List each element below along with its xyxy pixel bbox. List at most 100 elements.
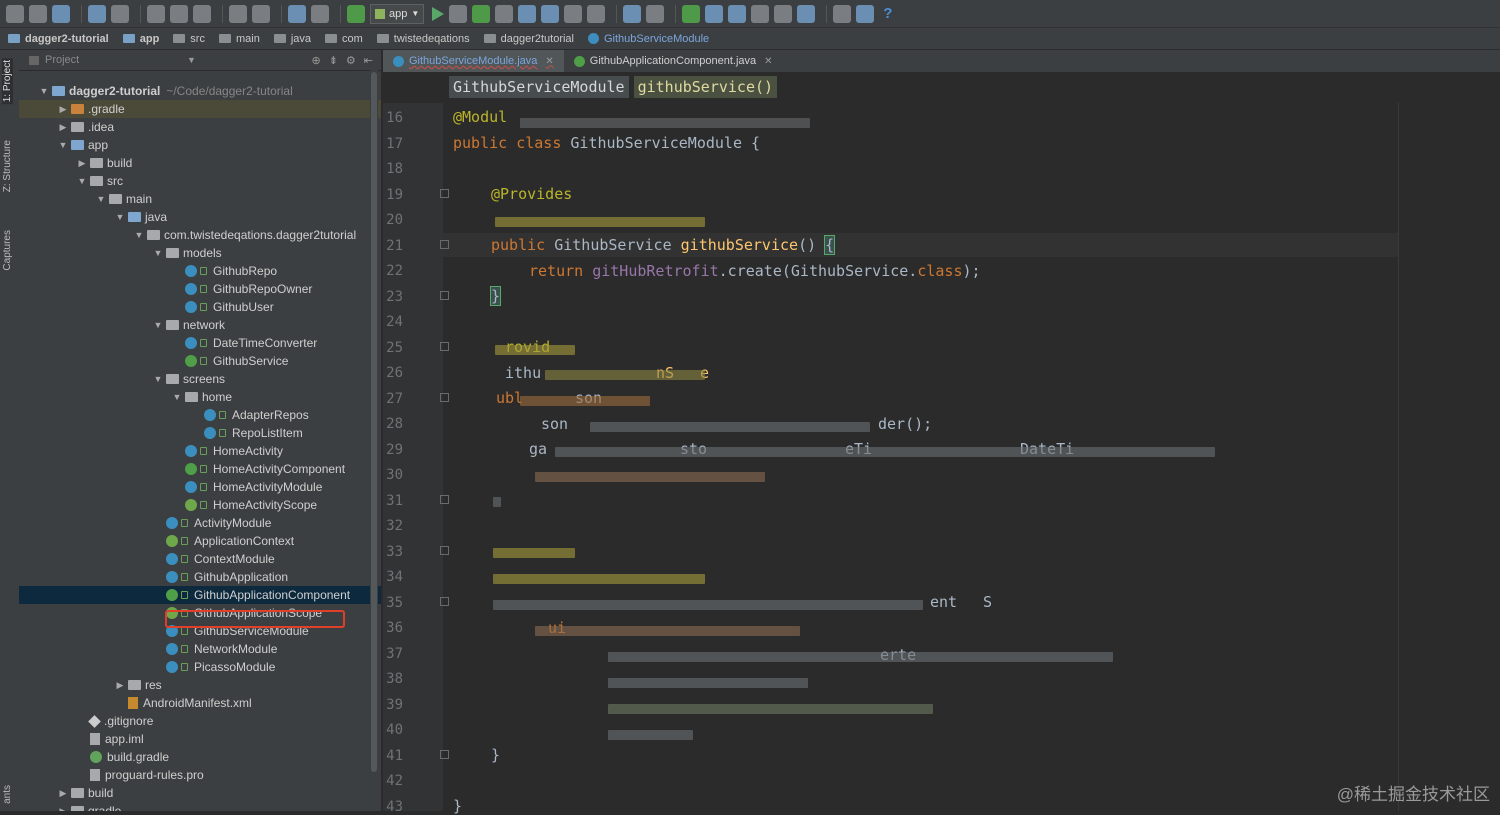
close-icon[interactable]: ✕ bbox=[764, 56, 772, 67]
project-scrollbar[interactable] bbox=[370, 70, 378, 811]
chevron-right-icon[interactable]: ▶ bbox=[58, 788, 68, 799]
tree-item[interactable]: RepoListItem bbox=[19, 424, 381, 442]
open-folder-icon[interactable] bbox=[6, 4, 24, 23]
vcs-revert-icon[interactable] bbox=[797, 4, 816, 23]
vcs-compare-icon[interactable] bbox=[774, 4, 793, 23]
vcs-update-icon[interactable] bbox=[682, 4, 701, 23]
vcs-push-icon[interactable] bbox=[728, 4, 747, 23]
apply-changes-icon[interactable] bbox=[449, 4, 468, 23]
tree-item[interactable]: proguard-rules.pro bbox=[19, 766, 381, 784]
breadcrumb-item[interactable]: com bbox=[325, 33, 363, 45]
sync-scroll-icon[interactable]: ⊕ bbox=[311, 54, 320, 67]
back-icon[interactable] bbox=[288, 4, 306, 23]
tree-item[interactable]: ▼ network bbox=[19, 316, 381, 334]
undo-icon[interactable] bbox=[88, 4, 106, 23]
tree-item[interactable]: GithubRepo bbox=[19, 262, 381, 280]
nav-class[interactable]: GithubServiceModule bbox=[449, 76, 629, 98]
tree-item[interactable]: ▼ app bbox=[19, 136, 381, 154]
chevron-down-icon[interactable]: ▼ bbox=[58, 140, 68, 150]
nav-method[interactable]: githubService() bbox=[633, 76, 778, 98]
chevron-down-icon[interactable]: ▼ bbox=[153, 374, 163, 384]
tree-item[interactable]: ▶ .idea bbox=[19, 118, 381, 136]
tab-ants[interactable]: ants bbox=[2, 785, 13, 804]
tree-item[interactable]: ▼ src bbox=[19, 172, 381, 190]
chevron-right-icon[interactable]: ▶ bbox=[58, 122, 68, 133]
tree-item[interactable]: AdapterRepos bbox=[19, 406, 381, 424]
fold-marker[interactable] bbox=[440, 291, 449, 300]
tree-item[interactable]: AndroidManifest.xml bbox=[19, 694, 381, 712]
hide-panel-icon[interactable]: ⇤ bbox=[364, 54, 373, 67]
breadcrumb-item[interactable]: dagger2tutorial bbox=[483, 33, 574, 45]
tree-item[interactable]: ▼ main bbox=[19, 190, 381, 208]
tree-item[interactable]: ▼ java bbox=[19, 208, 381, 226]
breadcrumb-item[interactable]: GithubServiceModule bbox=[588, 33, 709, 45]
fold-marker[interactable] bbox=[440, 393, 449, 402]
chevron-down-icon[interactable]: ▼ bbox=[134, 230, 144, 240]
tab-project[interactable]: 1: Project bbox=[2, 58, 13, 105]
tree-item[interactable]: ▶ build bbox=[19, 784, 381, 802]
tree-item[interactable]: ▼ dagger2-tutorial ~/Code/dagger2-tutorial bbox=[19, 82, 381, 100]
profile-icon[interactable] bbox=[518, 4, 537, 23]
tree-item[interactable]: ApplicationContext bbox=[19, 532, 381, 550]
tree-item[interactable]: ActivityModule bbox=[19, 514, 381, 532]
collapse-icon[interactable]: ⇟ bbox=[329, 54, 338, 67]
chevron-down-icon[interactable]: ▼ bbox=[153, 320, 163, 330]
breadcrumb-item[interactable]: java bbox=[273, 33, 311, 45]
sync-icon[interactable] bbox=[52, 4, 70, 23]
breadcrumb-item[interactable]: app bbox=[122, 33, 159, 45]
tree-item[interactable]: GithubApplication bbox=[19, 568, 381, 586]
scrollbar-thumb[interactable] bbox=[371, 72, 377, 772]
chevron-down-icon[interactable]: ▼ bbox=[77, 176, 87, 186]
close-icon[interactable]: ✕ bbox=[545, 56, 553, 67]
chevron-down-icon[interactable]: ▼ bbox=[187, 55, 196, 65]
chevron-down-icon[interactable]: ▼ bbox=[172, 392, 182, 402]
attach-debugger-icon[interactable] bbox=[495, 4, 514, 23]
chevron-right-icon[interactable]: ▶ bbox=[58, 806, 68, 812]
fold-marker[interactable] bbox=[440, 495, 449, 504]
tree-item[interactable]: .gitignore bbox=[19, 712, 381, 730]
tree-item[interactable]: DateTimeConverter bbox=[19, 334, 381, 352]
cut-icon[interactable] bbox=[147, 4, 165, 23]
vcs-pull-icon[interactable] bbox=[705, 4, 724, 23]
replace-icon[interactable] bbox=[252, 4, 270, 23]
tree-item[interactable]: build.gradle bbox=[19, 748, 381, 766]
tree-item[interactable]: ▶ gradle bbox=[19, 802, 381, 811]
build-hammer-icon[interactable] bbox=[347, 4, 365, 23]
coverage-icon[interactable] bbox=[541, 4, 560, 23]
chevron-right-icon[interactable]: ▶ bbox=[77, 158, 87, 169]
tree-item[interactable]: GithubService bbox=[19, 352, 381, 370]
tree-item[interactable]: HomeActivityScope bbox=[19, 496, 381, 514]
debug-icon[interactable] bbox=[472, 4, 491, 23]
fold-marker[interactable] bbox=[440, 189, 449, 198]
fold-marker[interactable] bbox=[440, 750, 449, 759]
tree-item[interactable]: ContextModule bbox=[19, 550, 381, 568]
tree-item[interactable]: PicassoModule bbox=[19, 658, 381, 676]
project-structure-icon[interactable] bbox=[833, 4, 852, 23]
chevron-down-icon[interactable]: ▼ bbox=[153, 248, 163, 258]
paste-icon[interactable] bbox=[193, 4, 211, 23]
tree-item[interactable]: ▶ .gradle bbox=[19, 100, 381, 118]
tab-structure[interactable]: Z: Structure bbox=[2, 140, 13, 192]
breadcrumb-item[interactable]: main bbox=[218, 33, 260, 45]
tree-item[interactable]: ▶ build bbox=[19, 154, 381, 172]
tab-githubapplicationcomponent[interactable]: GithubApplicationComponent.java ✕ bbox=[564, 50, 783, 72]
forward-icon[interactable] bbox=[311, 4, 329, 23]
tree-item[interactable]: ▼ screens bbox=[19, 370, 381, 388]
gear-icon[interactable]: ⚙ bbox=[346, 54, 356, 67]
tree-item[interactable]: ▼ models bbox=[19, 244, 381, 262]
breadcrumb-item[interactable]: src bbox=[173, 33, 205, 45]
stop-icon[interactable] bbox=[587, 4, 606, 23]
tree-item[interactable]: ▶ res bbox=[19, 676, 381, 694]
copy-icon[interactable] bbox=[170, 4, 188, 23]
tree-item[interactable]: ▼ home bbox=[19, 388, 381, 406]
tab-githubservicemodule[interactable]: GithubServiceModule.java ✕ bbox=[383, 50, 564, 72]
breadcrumb-item[interactable]: twistedeqations bbox=[376, 33, 470, 45]
redo-icon[interactable] bbox=[111, 4, 129, 23]
chevron-right-icon[interactable]: ▶ bbox=[58, 104, 68, 115]
tree-item[interactable]: GithubApplicationComponent bbox=[19, 586, 381, 604]
code-editor[interactable] bbox=[443, 103, 1500, 811]
run-config-select[interactable]: app ▼ bbox=[370, 3, 425, 24]
sdk-manager-icon[interactable] bbox=[623, 4, 642, 23]
chevron-right-icon[interactable]: ▶ bbox=[115, 680, 125, 691]
step-icon[interactable] bbox=[564, 4, 583, 23]
